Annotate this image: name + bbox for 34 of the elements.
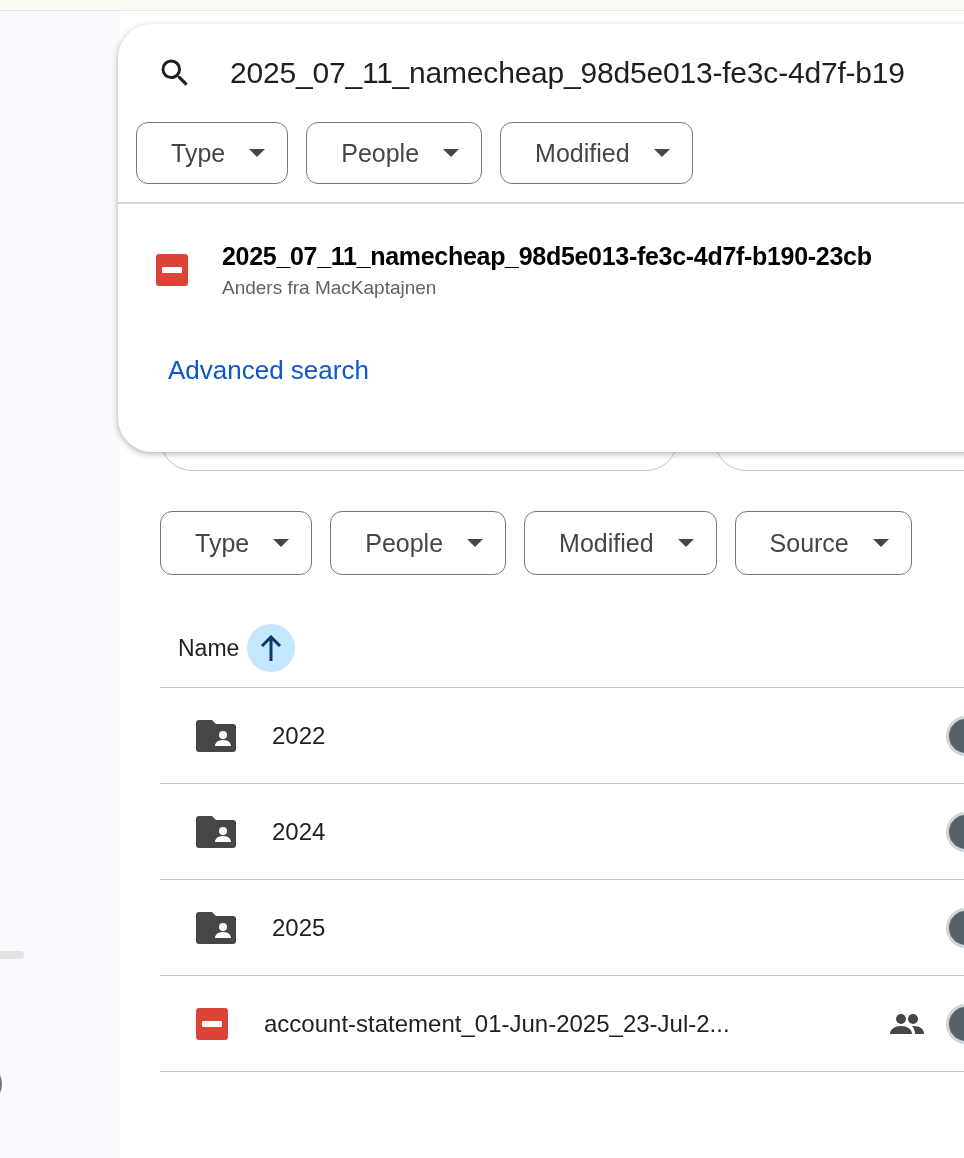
advanced-search-link[interactable]: Advanced search (168, 354, 369, 386)
filter-chip[interactable]: Modified (524, 511, 717, 575)
caret-icon (653, 149, 670, 157)
filter-chip[interactable]: Modified (500, 122, 693, 184)
caret-icon (872, 539, 889, 547)
file-name: 2025 (272, 913, 326, 942)
caret-icon (443, 149, 460, 157)
filter-chip[interactable]: Source (734, 511, 912, 575)
file-name: 2024 (272, 817, 326, 846)
caret-icon (273, 539, 290, 547)
caret-icon (677, 539, 694, 547)
search-input[interactable]: 2025_07_11_namecheap_98d5e013-fe3c-4d7f-b19 (230, 56, 905, 90)
shared-folder-icon (196, 911, 236, 944)
file-row[interactable]: 2025 (160, 880, 964, 976)
filter-chip[interactable]: Type (136, 122, 289, 184)
shared-folder-icon (196, 815, 236, 848)
arrow-up-icon (260, 635, 283, 661)
file-row[interactable]: 2024 (160, 784, 964, 880)
file-row[interactable]: 2022 (160, 688, 964, 784)
result-owner: Anders fra MacKaptajnen (222, 276, 438, 299)
storage-bar (0, 951, 24, 959)
column-header[interactable]: Name (178, 634, 240, 662)
filter-chip[interactable]: Type (160, 511, 313, 575)
filter-chip[interactable]: People (306, 122, 483, 184)
caret-icon (467, 539, 484, 547)
sort-button[interactable] (247, 624, 296, 672)
shared-folder-icon (196, 719, 236, 752)
file-row[interactable]: account-statement_01-Jun-2025_23-Jul-2... (160, 976, 964, 1072)
file-name: 2022 (272, 721, 326, 750)
caret-icon (249, 149, 266, 157)
file-name: account-statement_01-Jun-2025_23-Jul-2... (264, 1009, 730, 1038)
filter-chip[interactable]: People (330, 511, 507, 575)
result-title[interactable]: 2025_07_11_namecheap_98d5e013-fe3c-4d7f-b190-23cb (222, 241, 872, 271)
people-icon (890, 1013, 924, 1034)
